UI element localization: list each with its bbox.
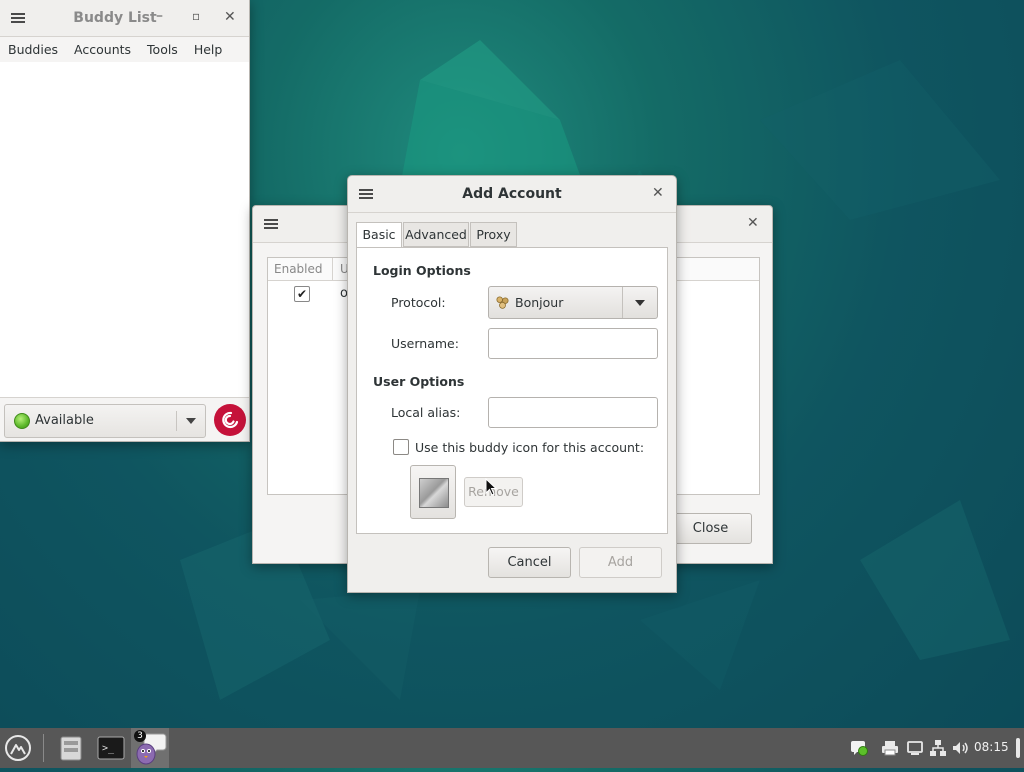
protocol-value: Bonjour <box>515 295 564 310</box>
status-selector[interactable]: Available <box>4 404 206 438</box>
menu-buddies[interactable]: Buddies <box>0 37 66 62</box>
add-button[interactable]: Add <box>579 547 662 578</box>
divider <box>176 411 177 431</box>
svg-text:>_: >_ <box>102 743 115 754</box>
protocol-label: Protocol: <box>391 295 446 310</box>
column-enabled[interactable]: Enabled <box>274 262 323 276</box>
menu-tools[interactable]: Tools <box>139 37 186 62</box>
divider <box>332 258 333 280</box>
menubar: Buddies Accounts Tools Help <box>0 37 249 63</box>
printer-icon[interactable] <box>880 738 900 758</box>
divider <box>622 287 623 318</box>
menu-accounts[interactable]: Accounts <box>66 37 139 62</box>
minimize-icon[interactable]: – <box>156 8 163 24</box>
pidgin-taskbar-button[interactable]: 3 <box>131 728 169 768</box>
unread-badge: 3 <box>134 730 146 742</box>
chevron-down-icon <box>186 418 196 424</box>
mouse-cursor-icon <box>485 478 498 496</box>
tab-advanced[interactable]: Advanced <box>403 222 469 247</box>
close-button[interactable]: Close <box>669 513 752 544</box>
menu-help[interactable]: Help <box>186 37 231 62</box>
available-status-icon <box>14 413 30 429</box>
hamburger-menu-icon[interactable] <box>264 219 278 229</box>
basic-tab-panel: Login Options Protocol: Bonjour Username… <box>356 247 668 534</box>
buddy-image-icon <box>419 478 449 508</box>
status-label: Available <box>35 413 94 428</box>
buddy-list-window: Buddy List – ▫ ✕ Buddies Accounts Tools … <box>0 0 250 442</box>
chevron-down-icon <box>635 300 645 306</box>
dialog-title: Add Account <box>462 186 562 202</box>
network-icon[interactable] <box>928 738 948 758</box>
volume-icon[interactable] <box>950 738 970 758</box>
terminal-icon[interactable]: >_ <box>96 733 126 763</box>
notification-icon[interactable] <box>849 738 869 758</box>
buddy-icon-checkbox[interactable] <box>393 439 409 455</box>
taskbar: >_ 3 08:15 <box>0 728 1024 768</box>
power-icon[interactable] <box>1012 736 1024 760</box>
add-account-dialog: Add Account ✕ Basic Advanced Proxy Login… <box>347 175 677 593</box>
close-icon[interactable]: ✕ <box>224 9 236 25</box>
local-alias-label: Local alias: <box>391 405 461 420</box>
username-field[interactable] <box>488 328 658 359</box>
username-label: Username: <box>391 336 459 351</box>
tab-proxy[interactable]: Proxy <box>470 222 517 247</box>
clock[interactable]: 08:15 <box>974 740 1009 754</box>
buddy-icon-button[interactable] <box>410 465 456 519</box>
file-manager-icon[interactable] <box>56 733 86 763</box>
display-icon[interactable] <box>905 738 925 758</box>
buddy-icon-label[interactable]: Use this buddy icon for this account: <box>415 440 644 455</box>
local-alias-field[interactable] <box>488 397 658 428</box>
tab-basic[interactable]: Basic <box>356 222 402 249</box>
buddy-list-titlebar[interactable]: Buddy List – ▫ ✕ <box>0 0 249 37</box>
maximize-icon[interactable]: ▫ <box>192 9 200 23</box>
menu-icon[interactable] <box>3 733 33 763</box>
cancel-button[interactable]: Cancel <box>488 547 571 578</box>
debian-avatar-icon[interactable] <box>214 404 246 436</box>
divider <box>43 734 44 762</box>
add-account-titlebar[interactable]: Add Account ✕ <box>348 176 676 213</box>
bonjour-icon <box>496 296 509 309</box>
close-icon[interactable]: ✕ <box>747 215 759 231</box>
user-options-heading: User Options <box>373 374 465 389</box>
close-icon[interactable]: ✕ <box>652 185 664 201</box>
enabled-checkbox[interactable]: ✔ <box>294 286 310 302</box>
buddy-list-area[interactable] <box>0 62 249 398</box>
protocol-dropdown[interactable]: Bonjour <box>488 286 658 319</box>
login-options-heading: Login Options <box>373 263 471 278</box>
